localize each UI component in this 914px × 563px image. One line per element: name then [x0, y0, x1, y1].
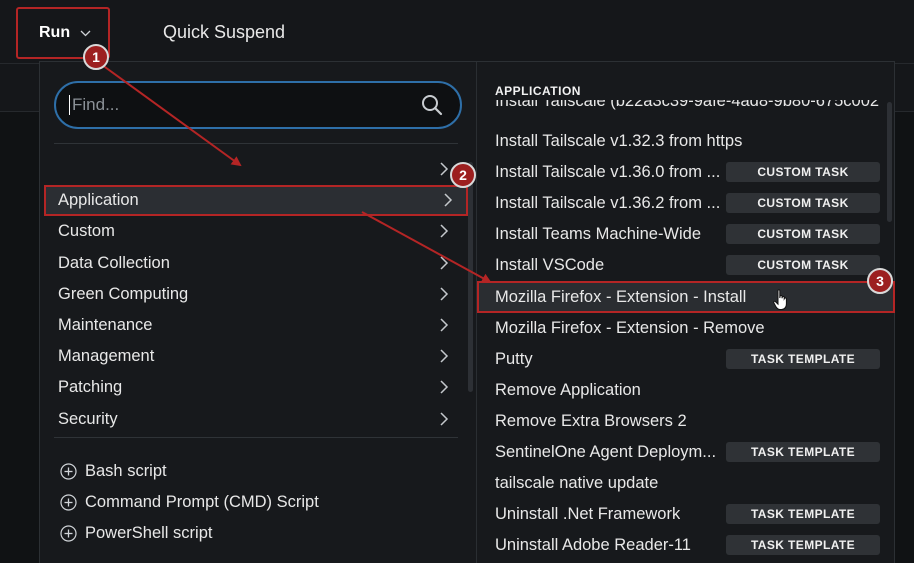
search-icon[interactable]	[421, 94, 443, 116]
category-label: Security	[58, 409, 118, 428]
new-powershell-script[interactable]: PowerShell script	[60, 518, 319, 549]
chevron-right-icon	[440, 224, 449, 238]
plus-circle-icon	[60, 494, 77, 511]
task-type-badge: TASK TEMPLATE	[726, 441, 880, 462]
task-row[interactable]: Uninstall Adobe Reader-11 TASK TEMPLATE	[477, 530, 895, 561]
category-item-custom[interactable]: Custom	[40, 216, 464, 247]
task-name: Install Tailscale (b22a3c39-9afe-4ad8-9b…	[495, 100, 880, 110]
category-item-management[interactable]: Management	[40, 341, 464, 372]
task-name: Install Tailscale v1.36.0 from ...	[495, 163, 721, 182]
task-row[interactable]: Uninstall .Net Framework TASK TEMPLATE	[477, 499, 895, 530]
task-row[interactable]: Remove Extra Browsers 2	[477, 406, 895, 437]
task-row[interactable]: SentinelOne Agent Deploym... TASK TEMPLA…	[477, 437, 895, 468]
chevron-right-icon	[444, 193, 453, 207]
chevron-right-icon	[440, 380, 449, 394]
category-item-blank[interactable]	[40, 154, 464, 185]
task-name: Putty	[495, 349, 533, 368]
category-label: Application	[58, 191, 139, 210]
task-name: Install VSCode	[495, 256, 605, 275]
task-scrollbar[interactable]	[887, 102, 892, 222]
task-type-badge: TASK TEMPLATE	[726, 504, 880, 525]
task-name: Mozilla Firefox - Extension - Install	[495, 287, 747, 306]
category-label: Maintenance	[58, 316, 153, 335]
task-column-header: APPLICATION	[495, 84, 581, 98]
task-type-badge: CUSTOM TASK	[726, 224, 880, 245]
category-label: Management	[58, 347, 155, 366]
category-label: Data Collection	[58, 253, 170, 272]
task-type-badge: CUSTOM TASK	[726, 162, 880, 183]
run-dropdown-panel: Application Custom Data Collection Green…	[39, 61, 895, 563]
task-type-badge: CUSTOM TASK	[726, 193, 880, 214]
task-list: Install Tailscale v1.32.3 from https Ins…	[477, 126, 895, 561]
category-item-patching[interactable]: Patching	[40, 372, 464, 403]
background-strip	[0, 64, 40, 112]
task-type-badge: TASK TEMPLATE	[726, 348, 880, 369]
task-row-firefox-extension-install[interactable]: Mozilla Firefox - Extension - Install	[477, 281, 895, 313]
task-row[interactable]: Mozilla Firefox - Extension - Remove	[477, 313, 895, 344]
new-bash-script[interactable]: Bash script	[60, 456, 319, 487]
task-row[interactable]: Install Tailscale v1.36.2 from ... CUSTO…	[477, 188, 895, 219]
task-name: Uninstall .Net Framework	[495, 505, 681, 524]
hand-pointer-icon	[773, 289, 787, 311]
task-name: Remove Application	[495, 380, 641, 399]
task-name: SentinelOne Agent Deploym...	[495, 442, 717, 461]
category-list: Application Custom Data Collection Green…	[40, 154, 476, 435]
chevron-right-icon	[440, 349, 449, 363]
task-row-partial[interactable]: Install Tailscale (b22a3c39-9afe-4ad8-9b…	[495, 100, 895, 120]
background-strip	[895, 64, 914, 112]
chevron-down-icon	[80, 30, 91, 36]
task-row[interactable]: Install Teams Machine-Wide CUSTOM TASK	[477, 219, 895, 250]
top-bar: Run Quick Suspend	[0, 0, 914, 64]
task-name: Mozilla Firefox - Extension - Remove	[495, 318, 765, 337]
search-field[interactable]	[54, 81, 462, 129]
category-label: Green Computing	[58, 284, 189, 303]
task-row[interactable]: Install Tailscale v1.36.0 from ... CUSTO…	[477, 157, 895, 188]
search-input[interactable]	[69, 95, 399, 115]
category-item-green-computing[interactable]: Green Computing	[40, 279, 464, 310]
chevron-right-icon	[440, 287, 449, 301]
new-cmd-script[interactable]: Command Prompt (CMD) Script	[60, 487, 319, 518]
task-type-badge: CUSTOM TASK	[726, 255, 880, 276]
task-row[interactable]: tailscale native update	[477, 468, 895, 499]
task-row[interactable]: Putty TASK TEMPLATE	[477, 344, 895, 375]
task-name: Uninstall Adobe Reader-11	[495, 536, 691, 555]
task-type-badge: TASK TEMPLATE	[726, 535, 880, 556]
quick-suspend-button[interactable]: Quick Suspend	[163, 22, 285, 43]
task-name: Install Tailscale v1.36.2 from ...	[495, 194, 721, 213]
category-item-maintenance[interactable]: Maintenance	[40, 310, 464, 341]
chevron-right-icon	[440, 256, 449, 270]
task-name: tailscale native update	[495, 474, 659, 493]
chevron-right-icon	[440, 411, 449, 426]
script-type-list: Bash script Command Prompt (CMD) Script …	[60, 456, 319, 549]
divider	[54, 437, 458, 438]
category-label: Patching	[58, 378, 123, 397]
category-item-security[interactable]: Security	[40, 404, 464, 435]
step-callout-1: 1	[83, 44, 109, 70]
task-name: Install Teams Machine-Wide	[495, 225, 702, 244]
task-name: Remove Extra Browsers 2	[495, 411, 687, 430]
category-label: Custom	[58, 222, 115, 241]
task-row[interactable]: Remove Application	[477, 375, 895, 406]
task-name: Install Tailscale v1.32.3 from https	[495, 132, 743, 151]
task-column: APPLICATION Install Tailscale (b22a3c39-…	[477, 62, 895, 563]
step-callout-2: 2	[450, 162, 476, 188]
step-callout-3: 3	[867, 268, 893, 294]
chevron-right-icon	[440, 318, 449, 332]
plus-circle-icon	[60, 463, 77, 480]
task-row[interactable]: Install Tailscale v1.32.3 from https	[477, 126, 895, 157]
script-label: Command Prompt (CMD) Script	[85, 493, 319, 511]
script-label: PowerShell script	[85, 524, 213, 542]
category-column: Application Custom Data Collection Green…	[40, 62, 477, 563]
category-item-data-collection[interactable]: Data Collection	[40, 248, 464, 279]
plus-circle-icon	[60, 525, 77, 542]
divider	[54, 143, 458, 144]
run-button-label: Run	[39, 24, 71, 41]
category-scrollbar[interactable]	[468, 162, 473, 392]
task-row[interactable]: Install VSCode CUSTOM TASK	[477, 250, 895, 281]
script-label: Bash script	[85, 462, 167, 480]
category-item-application[interactable]: Application	[44, 185, 468, 217]
